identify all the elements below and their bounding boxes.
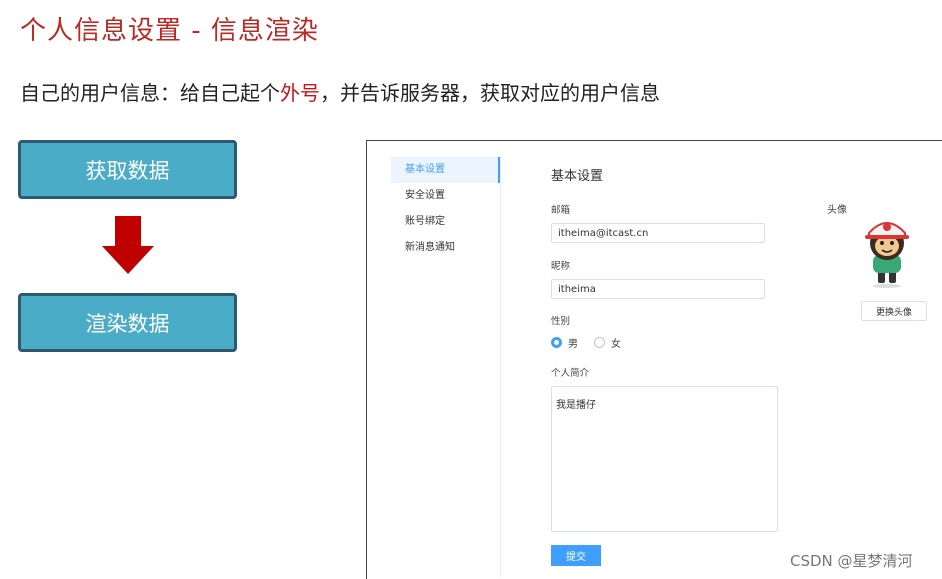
submit-button[interactable]: 提交 [551,545,601,566]
nickname-label: 昵称 [551,261,571,272]
flow-step-render-data: 渲染数据 [18,293,237,352]
gender-female-label[interactable]: 女 [611,335,621,350]
down-arrow-icon [102,216,154,274]
subtitle-text-post: ，并告诉服务器，获取对应的用户信息 [320,81,660,105]
gender-male-label[interactable]: 男 [568,335,578,350]
avatar-image [865,222,909,288]
slide-subtitle: 自己的用户信息：给自己起个外号，并告诉服务器，获取对应的用户信息 [20,77,660,106]
gender-male-radio[interactable] [551,337,562,348]
sidebar-item-notifications[interactable]: 新消息通知 [391,235,500,261]
sidebar-item-security-settings[interactable]: 安全设置 [391,183,500,209]
change-avatar-button[interactable]: 更换头像 [861,301,927,321]
settings-sidebar: 基本设置 安全设置 账号绑定 新消息通知 [391,157,501,577]
subtitle-text-pre: 自己的用户信息：给自己起个 [20,81,280,105]
email-label: 邮箱 [551,205,571,216]
settings-app-window: 基本设置 安全设置 账号绑定 新消息通知 基本设置 邮箱 昵称 性别 男 女 个… [366,140,942,579]
sidebar-item-account-binding[interactable]: 账号绑定 [391,209,500,235]
gender-female-radio[interactable] [594,337,605,348]
bio-textarea[interactable]: 我是播仔 [551,386,778,532]
subtitle-highlight: 外号 [280,81,320,105]
email-field[interactable] [551,223,765,243]
gender-label: 性别 [551,316,571,327]
sidebar-item-basic-settings[interactable]: 基本设置 [391,157,500,183]
csdn-watermark: CSDN @星梦清河 [790,552,913,570]
flow-step-fetch-data: 获取数据 [18,140,237,199]
gender-radio-group: 男 女 [551,335,637,350]
nickname-field[interactable] [551,279,765,299]
bio-label: 个人简介 [551,368,590,379]
avatar-label: 头像 [827,205,847,216]
slide-title: 个人信息设置 - 信息渲染 [20,16,319,46]
panel-title: 基本设置 [551,169,604,184]
